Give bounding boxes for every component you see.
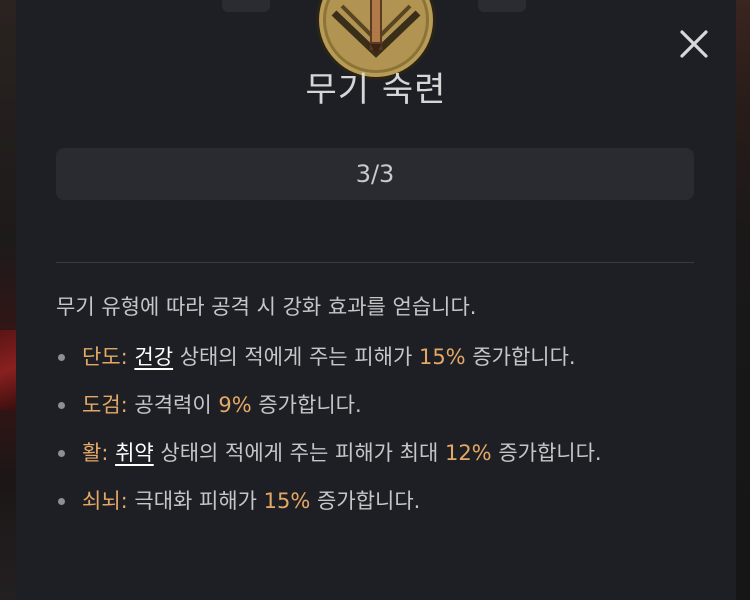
list-item: 활: 취약 상태의 적에게 주는 피해가 최대 12% 증가합니다.: [56, 436, 698, 470]
effect-text: 공격력이: [127, 393, 219, 417]
skill-level-text: 3/3: [355, 160, 395, 188]
effect-value: 15%: [263, 489, 311, 513]
effect-value: 15%: [418, 345, 466, 369]
weapon-effects-list: 단도: 건강 상태의 적에게 주는 피해가 15% 증가합니다. 도검: 공격력…: [56, 340, 698, 532]
bullet-dot: [58, 354, 65, 361]
list-item: 단도: 건강 상태의 적에게 주는 피해가 15% 증가합니다.: [56, 340, 698, 374]
panel-top-tab-right: [478, 0, 526, 12]
weapon-type-label: 활:: [82, 441, 109, 465]
effect-text: 증가합니다.: [251, 393, 362, 417]
panel-top-tab-left: [222, 0, 270, 12]
weapon-type-label: 도검:: [82, 393, 128, 417]
divider: [56, 262, 694, 263]
list-item: 도검: 공격력이 9% 증가합니다.: [56, 388, 698, 422]
close-button[interactable]: [674, 24, 714, 64]
effect-text: 상태의 적에게 주는 피해가: [173, 345, 419, 369]
skill-description: 무기 유형에 따라 공격 시 강화 효과를 얻습니다.: [56, 295, 477, 319]
close-icon: [680, 30, 708, 58]
effect-text: 증가합니다.: [491, 441, 602, 465]
skill-tooltip-panel: 무기 숙련 3/3 무기 유형에 따라 공격 시 강화 효과를 얻습니다. 단도…: [16, 0, 736, 600]
background-decoration: [0, 330, 16, 410]
background-right-edge: [736, 0, 750, 600]
background-left-edge: [0, 0, 16, 600]
bullet-dot: [58, 402, 65, 409]
weapon-type-label: 단도:: [82, 345, 128, 369]
list-item: 쇠뇌: 극대화 피해가 15% 증가합니다.: [56, 484, 698, 518]
keyword-link[interactable]: 건강: [134, 345, 173, 369]
effect-text: 상태의 적에게 주는 피해가 최대: [153, 441, 445, 465]
effect-text: 증가합니다.: [465, 345, 576, 369]
effect-text: 증가합니다.: [310, 489, 421, 513]
bullet-dot: [58, 498, 65, 505]
skill-title: 무기 숙련: [305, 70, 447, 110]
weapon-type-label: 쇠뇌:: [82, 489, 128, 513]
bullet-dot: [58, 450, 65, 457]
effect-value: 9%: [218, 393, 252, 417]
keyword-link[interactable]: 취약: [115, 441, 154, 465]
skill-level-indicator: 3/3: [56, 148, 694, 200]
effect-value: 12%: [444, 441, 492, 465]
effect-text: 극대화 피해가: [127, 489, 264, 513]
